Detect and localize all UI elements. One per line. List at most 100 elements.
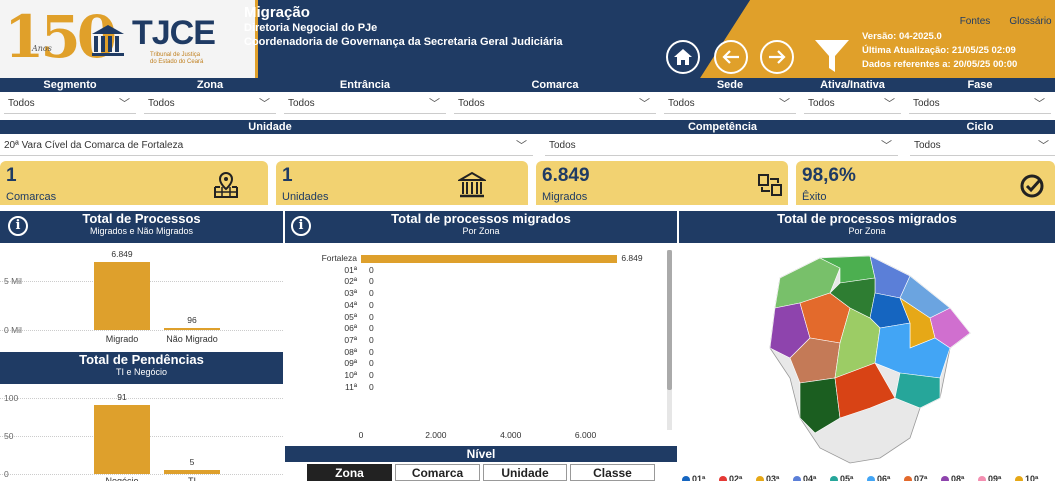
legend-dot-icon	[941, 475, 949, 481]
kpi-card-migrados: 6.849 Migrados	[536, 161, 788, 205]
scrollbar-thumb[interactable]	[667, 250, 672, 390]
zona-category-label: 07ª	[344, 334, 357, 345]
filter-4-value: Todos	[668, 98, 695, 109]
filter-icon[interactable]	[812, 36, 852, 76]
chevron-down-icon: ﹀	[1038, 140, 1049, 152]
processos-category-label: Não Migrado	[166, 334, 218, 344]
filter-5-value: Todos	[808, 98, 835, 109]
info-icon-processos[interactable]: i	[8, 216, 28, 236]
filter-2-label: Entrância	[280, 78, 450, 92]
pendencias-data-label: 91	[117, 391, 127, 402]
logo: 150 Anos TJCE Tribunal de Justiça do Esta…	[0, 0, 258, 78]
chevron-down-icon: ﹀	[639, 98, 650, 110]
nivel-button-classe[interactable]: Classe	[570, 464, 655, 481]
map-legend-label: 09ª	[988, 474, 1002, 481]
chevron-down-icon: ﹀	[884, 98, 895, 110]
map-legend-label: 03ª	[766, 474, 780, 481]
zona-category-label: 08ª	[344, 346, 357, 357]
filter-unidade-label: Unidade	[0, 120, 540, 134]
kpi-card-comarcas: 1 Comarcas	[0, 161, 268, 205]
legend-dot-icon	[1015, 475, 1023, 481]
filter-3-label: Comarca	[450, 78, 660, 92]
chevron-down-icon: ﹀	[119, 98, 130, 110]
chevron-down-icon: ﹀	[1034, 98, 1045, 110]
pendencias-data-label: 5	[189, 457, 195, 468]
scrollbar-track[interactable]	[667, 250, 672, 430]
nivel-button-comarca[interactable]: Comarca	[395, 464, 480, 481]
zona-data-label: 0	[369, 299, 374, 310]
filter-4-select[interactable]: Todos ﹀	[664, 94, 796, 114]
dashboard-root: 150 Anos TJCE Tribunal de Justiça do Esta…	[0, 0, 1055, 481]
zona-data-label: 0	[369, 358, 374, 369]
page-subtitle-coordination: Coordenadoria de Governança da Secretari…	[244, 36, 563, 48]
chevron-down-icon: ﹀	[779, 98, 790, 110]
map-legend-item: 07ª	[904, 474, 927, 481]
filter-1-select[interactable]: Todos ﹀	[144, 94, 276, 114]
zona-category-label: 06ª	[344, 323, 357, 334]
filter-3-select[interactable]: Todos ﹀	[454, 94, 656, 114]
logo-tjce-text: TJCE	[132, 14, 216, 52]
glossario-button[interactable]: Glossário	[1003, 14, 1055, 30]
zona-data-label: 6.849	[621, 253, 643, 263]
check-circle-icon	[1020, 174, 1044, 198]
map-legend-label: 01ª	[692, 474, 706, 481]
logo-sub-line1: Tribunal de Justiça	[150, 52, 201, 58]
filter-5-label: Ativa/Inativa	[800, 78, 905, 92]
nivel-button-unidade[interactable]: Unidade	[483, 464, 567, 481]
map-legend-item: 10ª	[1015, 474, 1038, 481]
panel-pendencias-subtitle: TI e Negócio	[115, 367, 168, 377]
zona-bar	[361, 255, 618, 263]
panel-zona-title: Total de processos migrados	[391, 211, 571, 226]
x-tick-label: 0	[358, 430, 364, 440]
filter-competencia-value: Todos	[549, 140, 576, 151]
filter-0-select[interactable]: Todos ﹀	[4, 94, 136, 114]
zona-category-label: 04ª	[344, 299, 357, 310]
zona-category-label: 11ª	[345, 381, 357, 392]
map-legend-item: 09ª	[978, 474, 1001, 481]
kpi-unidades-value: 1	[282, 165, 293, 186]
y-tick-label: 0 Mil	[4, 325, 22, 335]
filter-6-select[interactable]: Todos ﹀	[909, 94, 1051, 114]
fontes-button[interactable]: Fontes	[950, 14, 1000, 30]
map-legend-label: 04ª	[803, 474, 817, 481]
pendencias-bar	[94, 404, 150, 474]
logo-subtitle: Tribunal de Justiça do Estado do Ceará	[150, 52, 203, 66]
filter-ciclo-value: Todos	[914, 140, 941, 151]
chevron-down-icon: ﹀	[881, 140, 892, 152]
map-legend-label: 08ª	[951, 474, 965, 481]
data-reference-text: Dados referentes a: 20/05/25 00:00	[862, 59, 1018, 70]
filter-3-value: Todos	[458, 98, 485, 109]
filter-5-select[interactable]: Todos ﹀	[804, 94, 901, 114]
zona-data-label: 0	[369, 334, 374, 345]
zona-category-label: Fortaleza	[321, 253, 357, 263]
zona-category-label: 02ª	[344, 276, 357, 287]
nivel-button-zona[interactable]: Zona	[307, 464, 392, 481]
filter-competencia-select[interactable]: Todos ﹀	[545, 136, 898, 156]
zona-data-label: 0	[369, 370, 374, 380]
legend-dot-icon	[682, 475, 690, 481]
home-button[interactable]	[666, 40, 700, 74]
courthouse-icon	[458, 171, 486, 198]
legend-dot-icon	[867, 475, 875, 481]
kpi-exito-label: Êxito	[802, 191, 827, 203]
home-icon	[674, 49, 692, 65]
zona-category-label: 10ª	[344, 370, 357, 380]
map-legend-label: 05ª	[840, 474, 854, 481]
filter-unidade-select[interactable]: 20ª Vara Cível da Comarca de Fortaleza ﹀	[0, 136, 533, 156]
map-legend-item: 01ª	[682, 474, 705, 481]
kpi-migrados-label: Migrados	[542, 191, 588, 203]
back-button[interactable]	[714, 40, 748, 74]
chevron-down-icon: ﹀	[429, 98, 440, 110]
map-legend-label: 07ª	[914, 474, 928, 481]
zona-category-label: 09ª	[344, 358, 357, 369]
panel-zona-header: Total de processos migrados Por Zona	[285, 211, 677, 243]
processos-data-label: 96	[187, 315, 197, 325]
forward-button[interactable]	[760, 40, 794, 74]
legend-dot-icon	[756, 475, 764, 481]
zona-data-label: 0	[369, 288, 374, 299]
filter-ciclo-select[interactable]: Todos ﹀	[910, 136, 1055, 156]
filter-6-label: Fase	[905, 78, 1055, 92]
info-icon-zona[interactable]: i	[291, 216, 311, 236]
filter-2-select[interactable]: Todos ﹀	[284, 94, 446, 114]
zona-data-label: 0	[369, 323, 374, 334]
